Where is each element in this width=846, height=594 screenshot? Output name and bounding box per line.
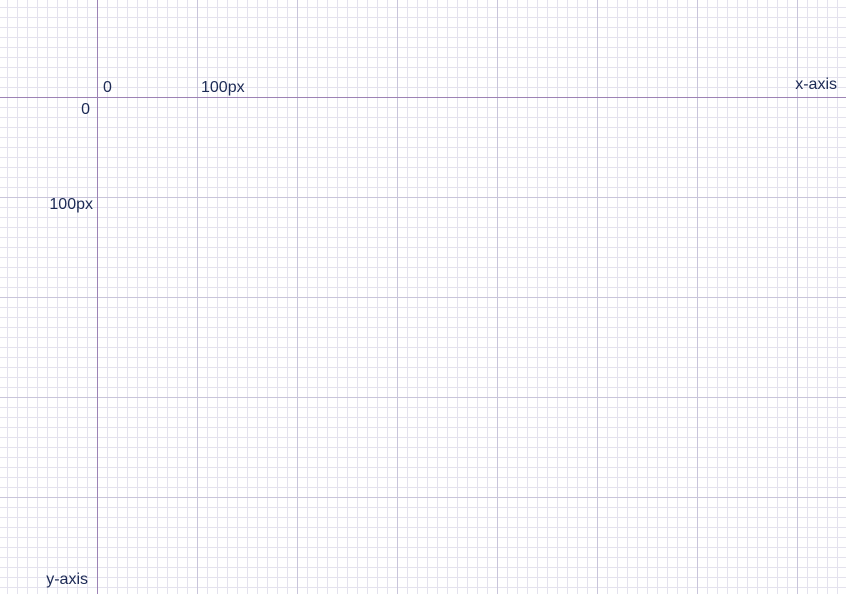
grid-paper <box>0 0 846 594</box>
x-100px-label: 100px <box>201 79 245 96</box>
y-origin-label: 0 <box>81 101 90 118</box>
y-100px-label: 100px <box>49 196 93 213</box>
x-axis-label: x-axis <box>795 76 837 93</box>
coordinate-grid-canvas: 0 100px x-axis 0 100px y-axis <box>0 0 846 594</box>
x-origin-label: 0 <box>103 79 112 96</box>
y-axis-label: y-axis <box>46 571 88 588</box>
